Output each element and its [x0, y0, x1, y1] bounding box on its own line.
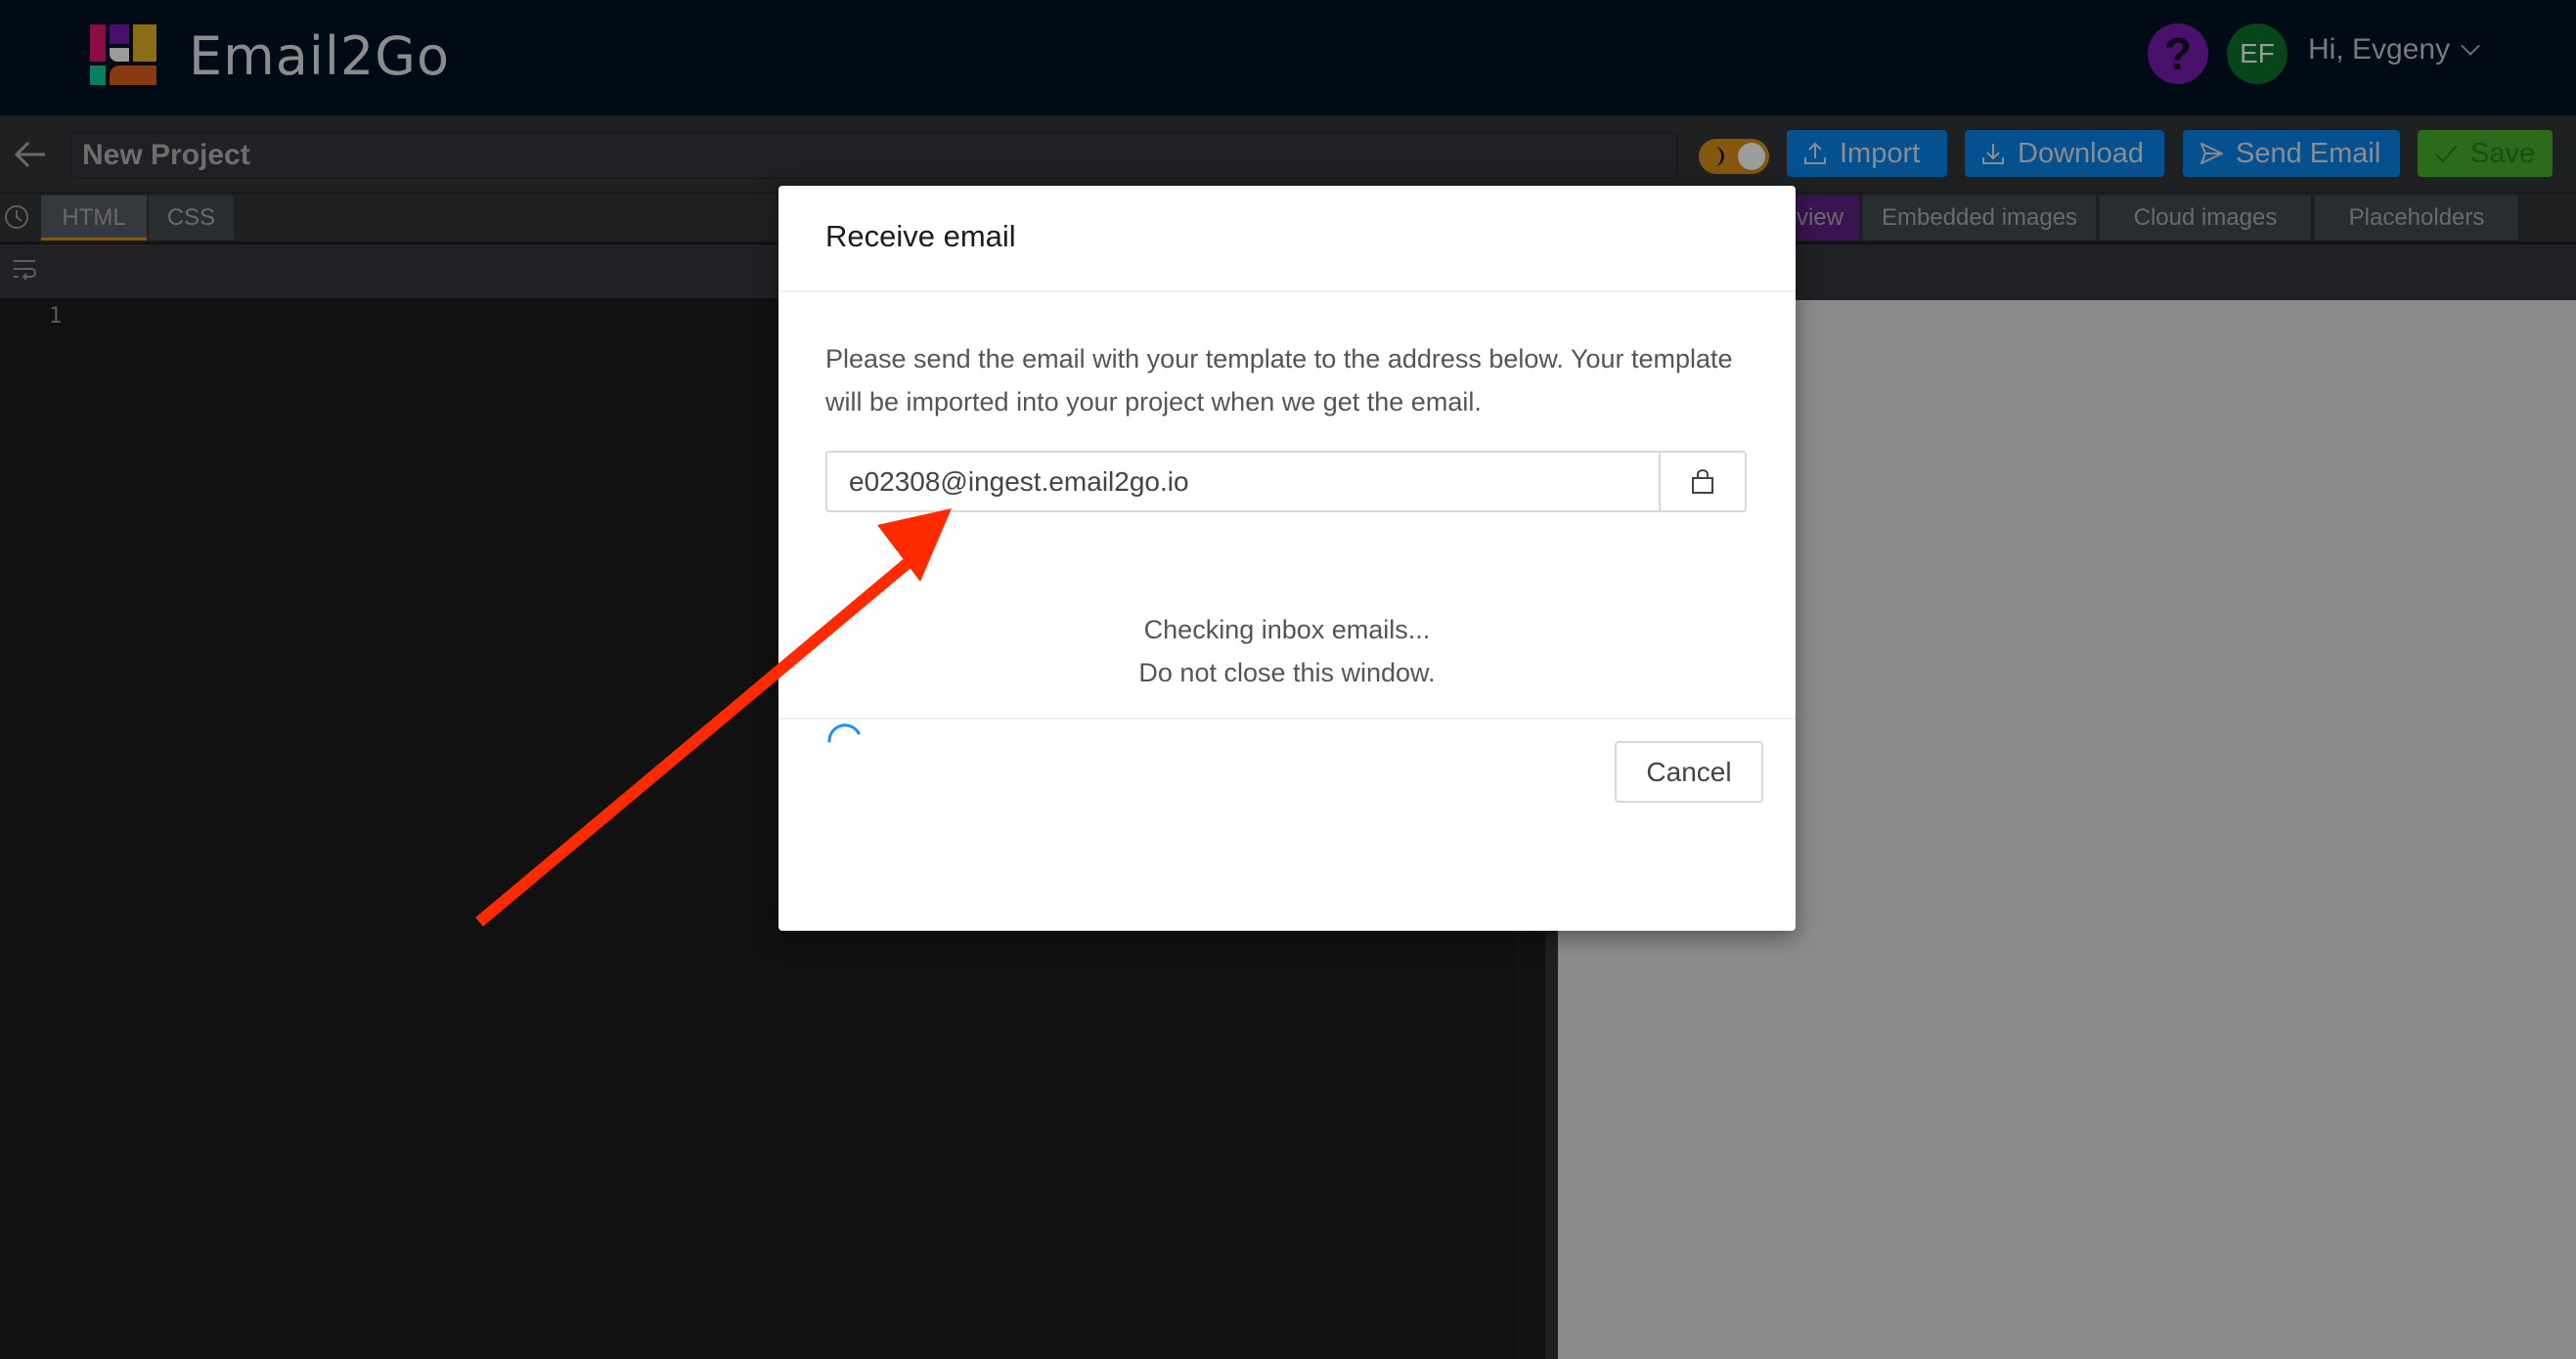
tab-css[interactable]: CSS: [149, 196, 234, 241]
save-label: Save: [2470, 137, 2536, 169]
avatar[interactable]: EF: [2227, 23, 2287, 84]
chevron-down-icon: [2461, 36, 2480, 56]
modal-body: Please send the email with your template…: [778, 292, 1796, 743]
status-line-checking: Checking inbox emails...: [1143, 615, 1431, 644]
download-icon: [1982, 144, 2004, 164]
toggle-knob: [1738, 143, 1765, 170]
back-button[interactable]: [14, 139, 47, 170]
theme-toggle[interactable]: [1699, 139, 1769, 174]
status-line-warning: Do not close this window.: [1138, 658, 1436, 687]
brand-name: Email2Go: [189, 25, 451, 87]
modal-header: Receive email: [778, 186, 1796, 292]
ingest-address-input[interactable]: [827, 453, 1659, 510]
tab-placeholders[interactable]: Placeholders: [2315, 196, 2520, 241]
download-label: Download: [2018, 137, 2144, 169]
save-button[interactable]: Save: [2418, 130, 2553, 177]
address-field-group: [825, 451, 1747, 512]
user-menu[interactable]: Hi, Evgeny: [2308, 33, 2480, 66]
import-button[interactable]: Import: [1787, 130, 1947, 177]
moon-icon: [1714, 147, 1724, 166]
word-wrap-icon[interactable]: [12, 258, 37, 282]
arrow-left-icon: [14, 141, 45, 168]
app: Email2Go ? EF Hi, Evgeny New Project Imp…: [0, 0, 2576, 1359]
send-icon: [2200, 143, 2223, 164]
send-email-label: Send Email: [2236, 137, 2381, 169]
send-email-button[interactable]: Send Email: [2183, 130, 2400, 177]
tab-cloud-images[interactable]: Cloud images: [2100, 196, 2313, 241]
tab-html[interactable]: HTML: [41, 196, 147, 241]
question-icon: ?: [2163, 28, 2193, 79]
download-button[interactable]: Download: [1965, 130, 2164, 177]
modal-title: Receive email: [825, 219, 1016, 253]
upload-icon: [1804, 142, 1826, 164]
status-message: Checking inbox emails... Do not close th…: [825, 608, 1749, 694]
receive-email-modal: Receive email Please send the email with…: [778, 186, 1796, 931]
import-label: Import: [1840, 137, 1921, 169]
check-icon: [2435, 145, 2458, 163]
modal-description: Please send the email with your template…: [825, 344, 1733, 416]
history-icon[interactable]: [4, 203, 29, 231]
copy-icon: [1692, 468, 1713, 494]
email2go-logo[interactable]: [90, 24, 158, 85]
tab-embedded-images[interactable]: Embedded images: [1863, 196, 2098, 241]
line-number: 1: [49, 304, 63, 329]
top-header: Email2Go ? EF Hi, Evgeny: [0, 0, 2576, 115]
project-name-input[interactable]: New Project: [70, 132, 1678, 179]
project-toolbar: New Project Import Download Send Email S…: [0, 115, 2576, 194]
greeting-text: Hi, Evgeny: [2308, 33, 2451, 66]
copy-address-button[interactable]: [1659, 453, 1745, 510]
help-button[interactable]: ?: [2148, 23, 2208, 84]
modal-footer: Cancel: [778, 720, 1796, 929]
cancel-button[interactable]: Cancel: [1615, 741, 1763, 803]
